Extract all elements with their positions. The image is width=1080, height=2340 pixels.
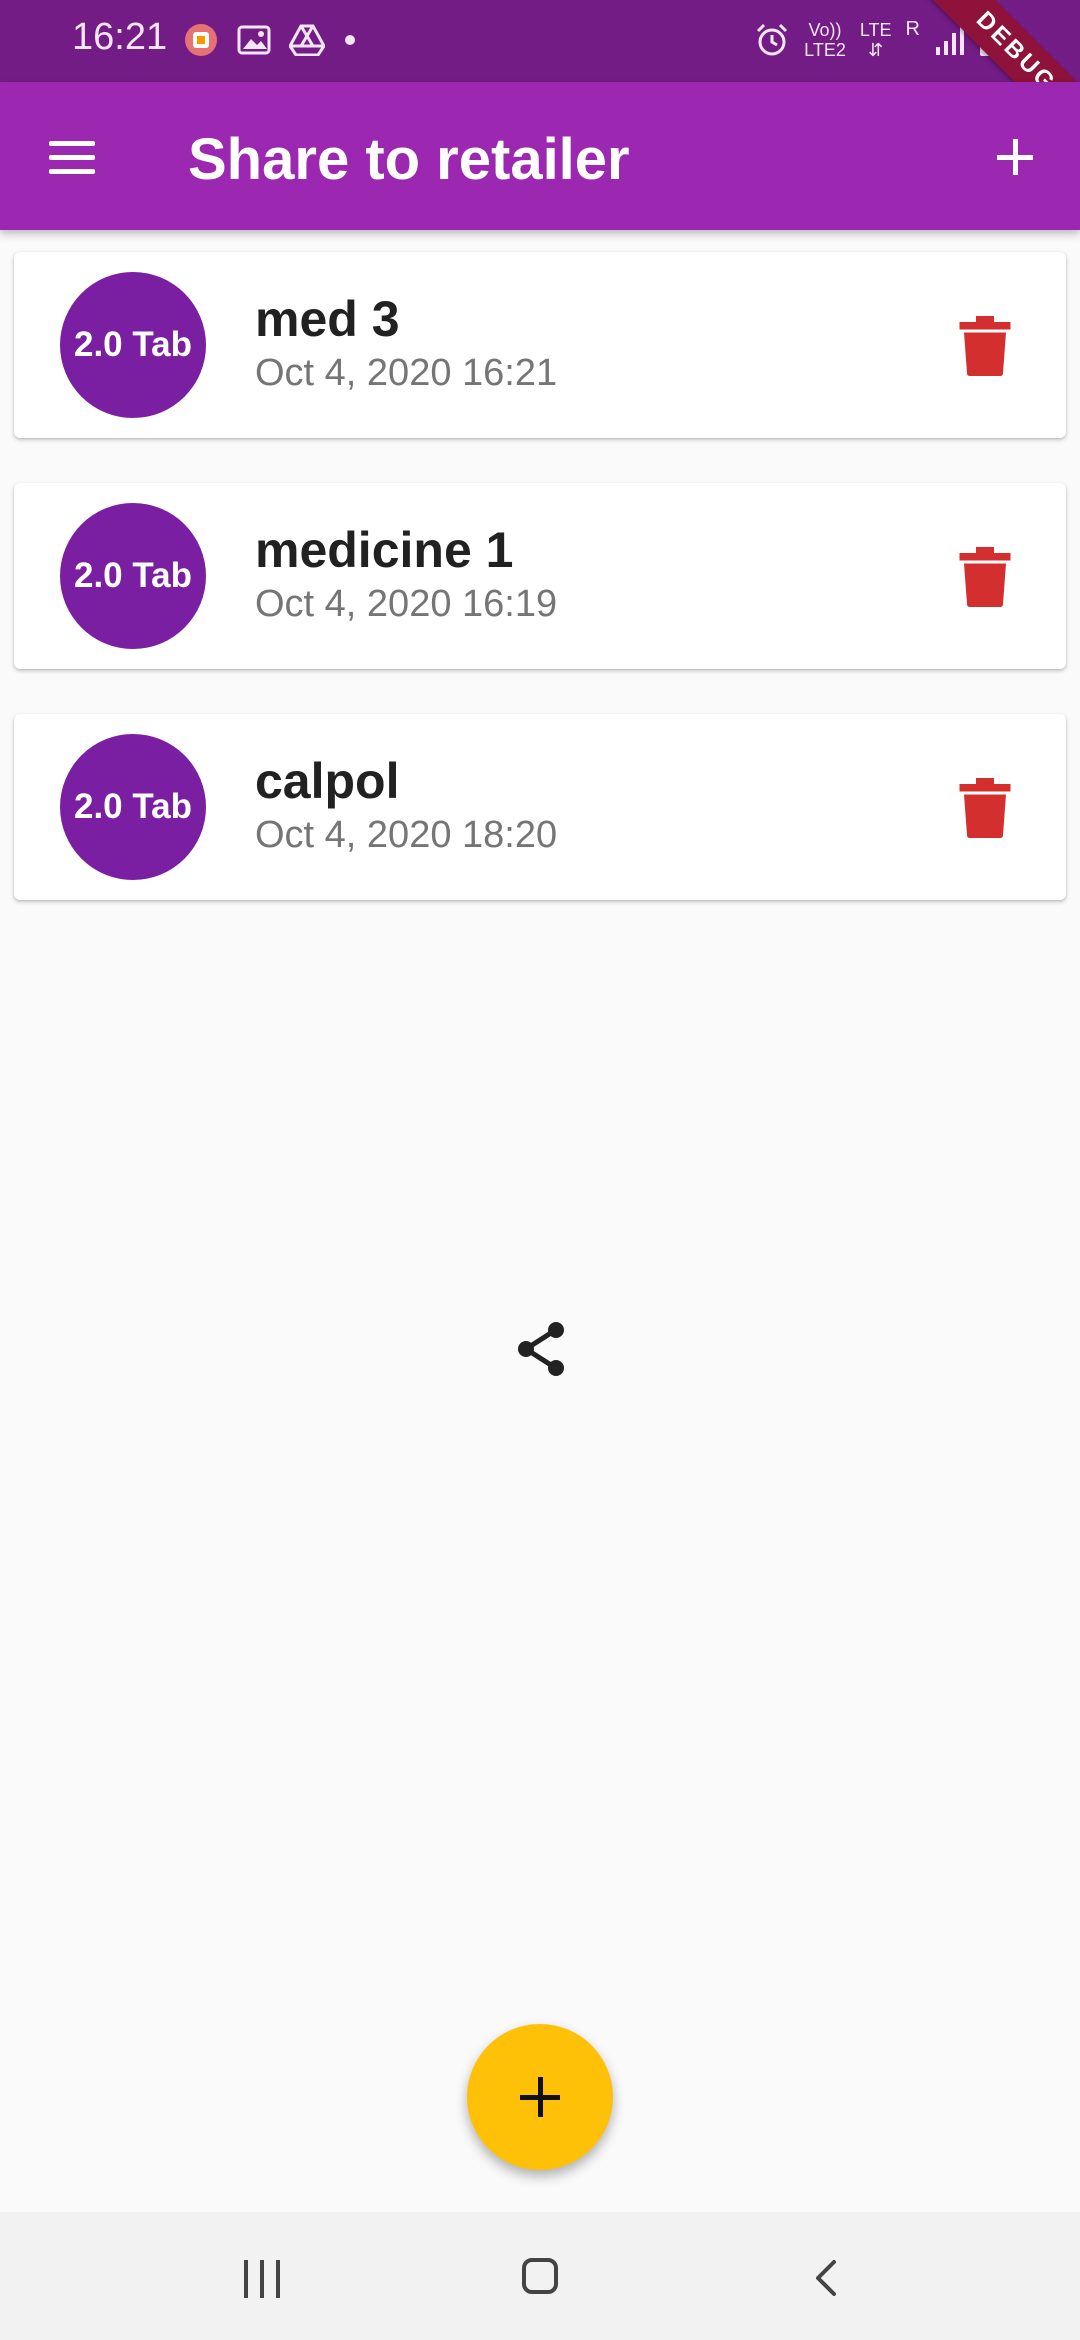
app-bar: Share to retailer [0,82,1080,230]
list-item[interactable]: 2.0 Tab med 3 Oct 4, 2020 16:21 [14,252,1066,438]
volte-top-label: Vo)) [808,20,842,40]
list-item[interactable]: 2.0 Tab calpol Oct 4, 2020 18:20 [14,714,1066,900]
trash-icon[interactable] [958,316,1012,376]
item-name: calpol [255,753,400,809]
trash-icon[interactable] [958,778,1012,838]
medicine-list: 2.0 Tab med 3 Oct 4, 2020 16:21 2.0 Tab … [14,252,1066,945]
item-date: Oct 4, 2020 16:19 [255,583,558,625]
menu-icon-line-2 [49,155,95,160]
volte-bottom-label: LTE2 [804,40,846,60]
navigation-bar [0,2212,1080,2340]
dose-badge: 2.0 Tab [60,272,206,418]
lte-label: LTE [859,20,892,40]
recent-apps-bar-3 [276,2260,280,2298]
recent-apps-bar-2 [260,2260,264,2298]
dose-badge: 2.0 Tab [60,503,206,649]
add-icon[interactable] [467,2024,613,2170]
alarm-icon [757,23,788,56]
lte-indicator: LTE ⇵ [860,20,892,60]
home-icon[interactable] [522,2258,558,2294]
item-date: Oct 4, 2020 16:21 [255,352,558,394]
gallery-icon [237,25,271,55]
item-date: Oct 4, 2020 18:20 [255,814,558,856]
dose-badge: 2.0 Tab [60,734,206,880]
dot-icon [345,35,355,45]
item-name: med 3 [255,291,400,347]
menu-icon-line-1 [49,141,95,146]
data-arrows-icon: ⇵ [868,40,884,60]
trash-icon[interactable] [958,547,1012,607]
list-item[interactable]: 2.0 Tab medicine 1 Oct 4, 2020 16:19 [14,483,1066,669]
roaming-label: R [905,18,920,40]
recent-apps-bar-1 [244,2260,248,2298]
menu-icon[interactable] [36,122,106,192]
volte-indicator: Vo)) LTE2 [804,20,846,60]
signal-icon [936,25,964,55]
page-title: Share to retailer [188,127,630,192]
status-bar: 16:21 Vo)) LTE2 LTE ⇵ R DEBUG [0,0,1080,160]
share-icon[interactable] [514,1321,570,1377]
recent-apps-icon[interactable] [244,2260,280,2298]
drive-icon [289,24,325,56]
status-left-icons [183,20,357,60]
add-icon[interactable] [978,120,1052,194]
menu-icon-line-3 [49,169,95,174]
back-icon[interactable] [806,2256,850,2300]
status-time: 16:21 [72,16,168,58]
item-name: medicine 1 [255,522,514,578]
notification-app-icon [185,24,217,56]
